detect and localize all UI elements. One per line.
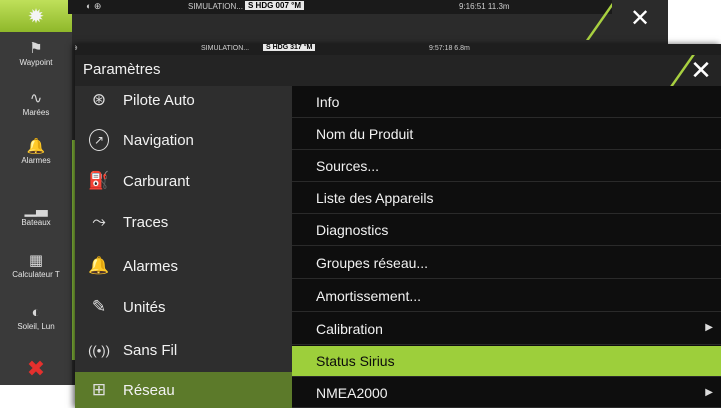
menu-item-label: Sans Fil — [123, 341, 178, 359]
front-status-bar: ⊕ SIMULATION... S HDG 317 °M 9:57:18 6.8… — [75, 44, 721, 55]
menu-item-label: Alarmes — [123, 257, 179, 275]
settings-dialog: ⊕ SIMULATION... S HDG 317 °M 9:57:18 6.8… — [75, 44, 721, 408]
list-item-label: Sources... — [316, 158, 380, 174]
list-item-label: NMEA2000 — [316, 384, 388, 401]
sidebar-item-waypoint[interactable]: ⚑ Waypoint — [0, 40, 72, 67]
menu-item-label: Traces — [123, 213, 169, 231]
wave-icon: ∿ — [29, 90, 43, 107]
sidebar-item-label: Alarmes — [21, 156, 51, 165]
sidebar-item-alarms[interactable]: 🔔 Alarmes — [0, 138, 72, 165]
sidebar-item-label: Marées — [22, 108, 50, 117]
menu-item-autopilot[interactable]: ⊛ Pilote Auto — [75, 80, 292, 120]
menu-item-label: Navigation — [123, 131, 194, 149]
fuel-icon: ⛽ — [88, 171, 110, 190]
flag-icon: ⚑ — [29, 40, 43, 57]
sidebar-item-label: Calculateur T — [12, 270, 60, 279]
sidebar-item-label: Waypoint — [19, 58, 53, 67]
sidebar-item-calculator[interactable]: ▦ Calculateur T — [0, 252, 72, 279]
status-time: 9:16:51 11.3m — [459, 2, 510, 11]
wireless-icon: ((•)) — [88, 342, 110, 358]
menu-item-wireless[interactable]: ((•)) Sans Fil — [75, 330, 292, 370]
sun-moon-icon: ◐ — [31, 304, 41, 321]
back-sidebar: ✹ ⚑ Waypoint ∿ Marées 🔔 Alarmes ▁▃ Batea… — [0, 0, 72, 385]
list-item-label: Groupes réseau... — [316, 254, 429, 271]
close-icon: ✕ — [629, 4, 651, 32]
chevron-right-icon: ▶ — [705, 387, 713, 398]
status-time: 9:57:18 6.8m — [429, 45, 470, 52]
list-item-nmea2000[interactable]: NMEA2000 ▶ — [292, 378, 721, 408]
sidebar-item-label: Bateaux — [21, 218, 51, 227]
heading-badge: S HDG 007 °M — [245, 1, 304, 10]
page-title: Paramètres — [83, 61, 161, 78]
list-item-device-list[interactable]: Liste des Appareils — [292, 183, 721, 214]
list-item-info[interactable]: Info — [292, 86, 721, 118]
menu-item-network[interactable]: ⊞ Réseau — [75, 372, 292, 408]
list-item-damping[interactable]: Amortissement... — [292, 280, 721, 312]
list-item-label: Info — [316, 93, 340, 110]
close-icon: ✕ — [690, 55, 712, 85]
close-red-button[interactable]: ✖ — [0, 352, 72, 385]
units-icon: ✎ — [91, 297, 107, 316]
list-item-network-groups[interactable]: Groupes réseau... — [292, 247, 721, 279]
gear-icon: ✹ — [27, 5, 45, 28]
alarm-icon: 🔔 — [88, 256, 110, 275]
back-close-button[interactable]: ✕ — [612, 0, 668, 36]
list-item-label: Diagnostics — [316, 222, 389, 238]
sidebar-item-tides[interactable]: ∿ Marées — [0, 90, 72, 117]
autopilot-icon: ⊛ — [91, 90, 107, 109]
list-item-label: Liste des Appareils — [316, 190, 434, 206]
list-item-label: Status Sirius — [316, 353, 395, 369]
sidebar-item-label: Soleil, Lun — [17, 322, 55, 331]
sidebar-item-vessels[interactable]: ▁▃ Bateaux — [0, 200, 72, 227]
menu-item-label: Réseau — [123, 381, 175, 399]
settings-category-list: ⊛ Pilote Auto ↗ Navigation ⛽ Carburant ⤳… — [75, 86, 292, 408]
chevron-right-icon: ▶ — [705, 322, 713, 333]
simulation-label: SIMULATION... — [201, 45, 250, 52]
list-item-label: Calibration — [316, 320, 383, 337]
settings-tile[interactable]: ✹ — [0, 0, 72, 32]
vessel-icon: ▁▃ — [24, 200, 48, 217]
menu-item-label: Carburant — [123, 172, 190, 190]
list-item-label: Nom du Produit — [316, 126, 414, 142]
gps-icon: ⊕ — [75, 44, 78, 52]
list-item-status-sirius[interactable]: Status Sirius — [292, 346, 721, 377]
menu-item-navigation[interactable]: ↗ Navigation — [75, 120, 292, 160]
close-x-icon: ✖ — [26, 355, 46, 381]
list-item-calibration[interactable]: Calibration ▶ — [292, 313, 721, 345]
list-item-product-name[interactable]: Nom du Produit — [292, 119, 721, 150]
close-button[interactable]: ✕ — [681, 55, 721, 86]
menu-item-tracks[interactable]: ⤳ Traces — [75, 202, 292, 242]
simulation-label: SIMULATION... — [188, 2, 243, 11]
network-icon: ⊞ — [91, 380, 107, 399]
list-item-label: Amortissement... — [316, 287, 422, 304]
menu-item-label: Pilote Auto — [123, 91, 195, 109]
calculator-icon: ▦ — [28, 252, 44, 269]
menu-item-units[interactable]: ✎ Unités — [75, 287, 292, 327]
status-icons: ◐ ⊕ — [86, 1, 102, 11]
tracks-icon: ⤳ — [92, 212, 106, 231]
network-settings-list: Info Nom du Produit Sources... Liste des… — [292, 86, 721, 408]
list-item-diagnostics[interactable]: Diagnostics — [292, 215, 721, 246]
menu-item-alarms[interactable]: 🔔 Alarmes — [75, 246, 292, 286]
menu-item-fuel[interactable]: ⛽ Carburant — [75, 161, 292, 201]
bell-icon: 🔔 — [26, 138, 46, 155]
navigation-icon: ↗ — [75, 129, 123, 151]
back-status-bar: ◐ ⊕ SIMULATION... S HDG 007 °M 9:16:51 1… — [68, 0, 668, 14]
sidebar-item-sun-moon[interactable]: ◐ Soleil, Lun — [0, 304, 72, 331]
heading-badge: S HDG 317 °M — [263, 44, 316, 51]
list-item-sources[interactable]: Sources... — [292, 151, 721, 182]
menu-item-label: Unités — [123, 298, 166, 316]
